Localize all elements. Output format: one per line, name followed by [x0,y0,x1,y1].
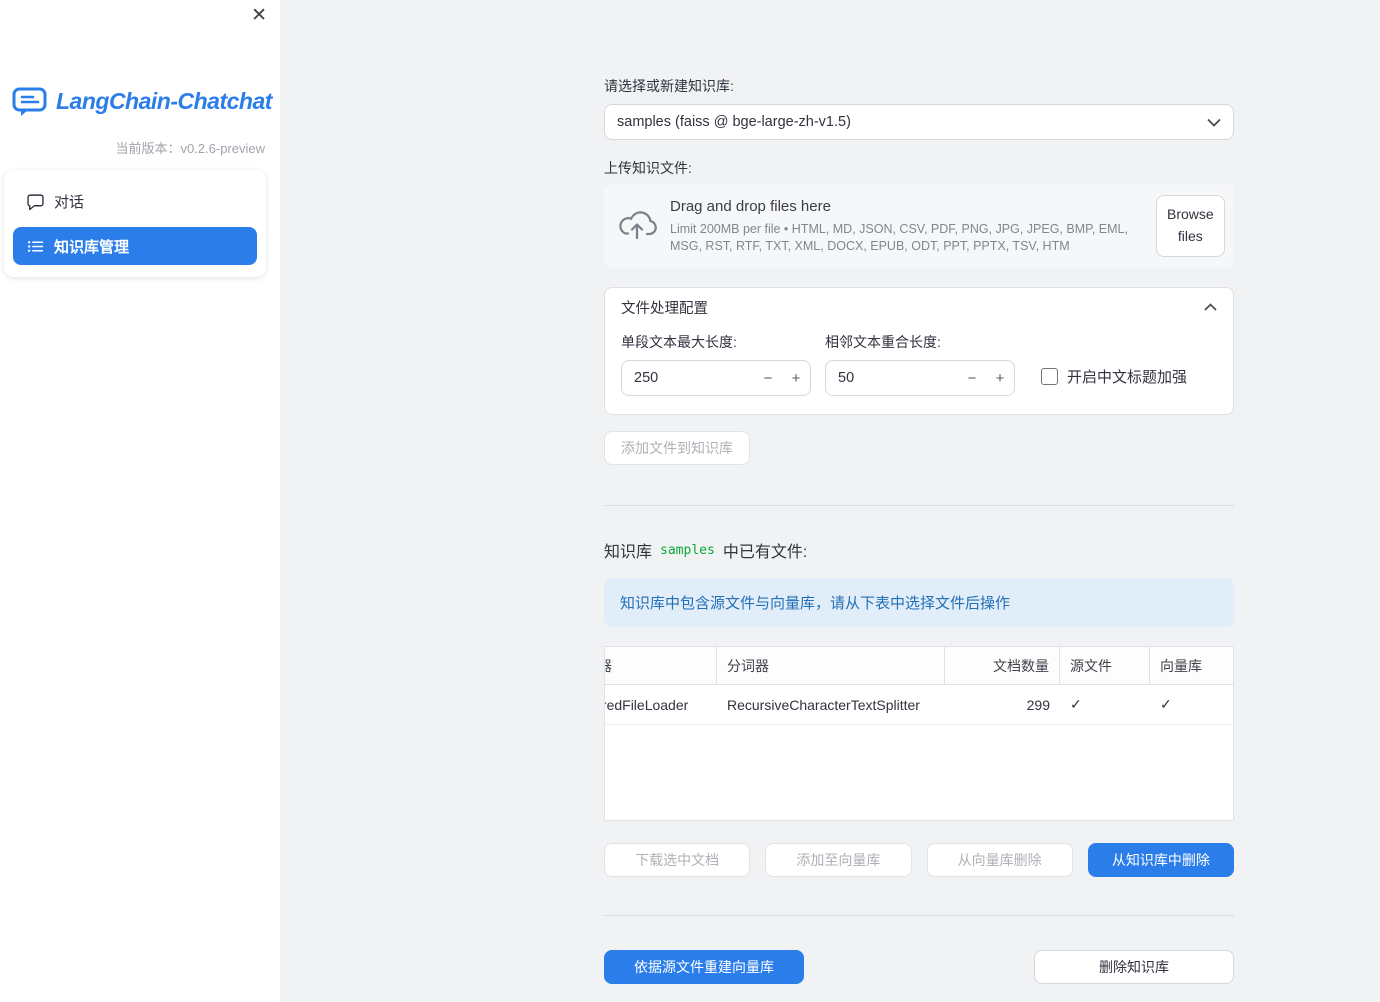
info-banner: 知识库中包含源文件与向量库，请从下表中选择文件后操作 [604,578,1234,627]
delete-kb-button[interactable]: 删除知识库 [1034,950,1234,984]
max-length-group: 单段文本最大长度: 250 − + [621,332,811,396]
file-dropzone[interactable]: Drag and drop files here Limit 200MB per… [604,184,1234,268]
rebuild-vector-store-button[interactable]: 依据源文件重建向量库 [604,950,804,984]
list-icon [27,238,44,255]
dropzone-texts: Drag and drop files here Limit 200MB per… [670,198,1144,255]
column-header-loader[interactable]: 文档加载器 [605,647,717,684]
drag-drop-text: Drag and drop files here [670,197,831,215]
zh-title-enhance-group: 开启中文标题加强 [1041,366,1187,387]
plus-icon[interactable]: + [986,361,1014,395]
kb-files-suffix: 中已有文件: [722,544,808,561]
overlap-label: 相邻文本重合长度: [825,334,941,350]
table-header-row: 文档加载器 分词器 文档数量 源文件 向量库 [605,647,1233,685]
sidebar-menu: 对话 知识库管理 [4,170,266,277]
max-length-value: 250 [634,370,659,386]
logo: LangChain-Chatchat [12,86,272,117]
logo-chat-icon [12,86,48,117]
column-header-splitter[interactable]: 分词器 [717,647,945,684]
overlap-group: 相邻文本重合长度: 50 − + [825,332,1015,396]
chat-bubble-icon [27,193,44,210]
kb-files-prefix: 知识库 [604,544,653,561]
kb-select-label: 请选择或新建知识库: [604,78,734,94]
sidebar-item-knowledge-base[interactable]: 知识库管理 [13,227,257,265]
kb-select[interactable]: samples (faiss @ bge-large-zh-v1.5) [604,104,1234,140]
max-length-input[interactable]: 250 − + [621,360,811,396]
cloud-upload-icon [616,210,658,242]
overlap-value: 50 [838,370,855,386]
table-row[interactable]: UnstructuredFileLoader RecursiveCharacte… [605,685,1233,725]
cell-doc-count: 299 [1026,696,1050,713]
column-header-doc-count[interactable]: 文档数量 [945,647,1060,684]
expander-body: 单段文本最大长度: 250 − + 相邻文本重合长度: 50 − + 开启中文标… [605,326,1233,414]
divider [604,915,1234,916]
upload-limit-text: Limit 200MB per file • HTML, MD, JSON, C… [670,221,1128,253]
column-header-vector-store[interactable]: 向量库 [1150,647,1233,684]
kb-select-value: samples (faiss @ bge-large-zh-v1.5) [617,114,851,130]
sidebar: ✕ LangChain-Chatchat 当前版本：v0.2.6-preview [0,0,280,1002]
cell-splitter: RecursiveCharacterTextSplitter [727,696,920,713]
sidebar-item-label: 对话 [54,193,85,211]
cell-loader: UnstructuredFileLoader [605,696,689,713]
kb-name-code: samples [660,542,715,558]
sidebar-item-label: 知识库管理 [54,238,130,256]
delete-from-vector-store-button[interactable]: 从向量库删除 [926,843,1073,877]
file-config-expander: 文件处理配置 单段文本最大长度: 250 − + 相邻文本重合长度: 50 − … [604,287,1234,415]
version-label: 当前版本：v0.2.6-preview [115,141,265,156]
add-to-vector-store-button[interactable]: 添加至向量库 [765,843,912,877]
app-window: ✕ LangChain-Chatchat 当前版本：v0.2.6-preview [0,0,1380,1002]
minus-icon[interactable]: − [754,361,782,395]
main-content: 请选择或新建知识库: samples (faiss @ bge-large-zh… [604,0,1234,984]
chevron-up-icon [1204,303,1217,311]
zh-title-enhance-label: 开启中文标题加强 [1067,369,1188,386]
delete-from-kb-button[interactable]: 从知识库中删除 [1087,843,1234,877]
table-inner: 文档加载器 分词器 文档数量 源文件 向量库 UnstructuredFileL… [605,647,1233,725]
chevron-down-icon [1207,118,1221,127]
cell-source-file-check: ✓ [1070,696,1082,712]
kb-files-heading: 知识库 samples 中已有文件: [604,538,1234,562]
sidebar-item-dialogue[interactable]: 对话 [13,182,257,220]
expander-title: 文件处理配置 [621,300,708,317]
plus-icon[interactable]: + [782,361,810,395]
zh-title-enhance-checkbox[interactable] [1041,368,1058,385]
sidebar-close-icon[interactable]: ✕ [251,6,267,25]
kb-management-buttons: 依据源文件重建向量库 删除知识库 [604,950,1234,984]
expander-header[interactable]: 文件处理配置 [605,288,1233,326]
logo-text: LangChain-Chatchat [56,88,272,114]
cell-vector-store-check: ✓ [1160,696,1172,712]
file-action-buttons: 下载选中文档 添加至向量库 从向量库删除 从知识库中删除 [604,843,1234,877]
upload-label: 上传知识文件: [604,160,692,176]
minus-icon[interactable]: − [958,361,986,395]
download-selected-button[interactable]: 下载选中文档 [604,843,751,877]
browse-files-button[interactable]: Browse files [1156,195,1225,257]
kb-files-table[interactable]: 文档加载器 分词器 文档数量 源文件 向量库 UnstructuredFileL… [604,646,1234,821]
add-files-to-kb-button[interactable]: 添加文件到知识库 [604,431,750,465]
max-length-label: 单段文本最大长度: [621,334,737,350]
column-header-source-file[interactable]: 源文件 [1060,647,1150,684]
divider [604,505,1234,506]
overlap-input[interactable]: 50 − + [825,360,1015,396]
